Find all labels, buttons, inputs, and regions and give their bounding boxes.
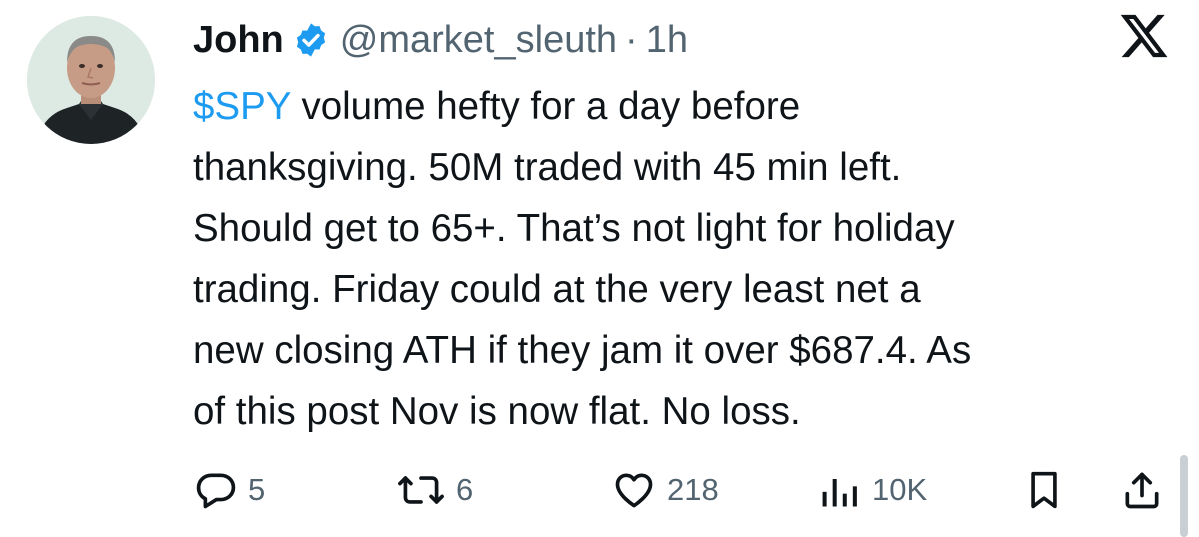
- like-button[interactable]: 218: [611, 458, 719, 522]
- scrollbar[interactable]: [1180, 455, 1188, 537]
- x-logo-icon: [1118, 10, 1170, 62]
- heart-icon: [615, 473, 653, 508]
- views-button[interactable]: 10K: [818, 458, 927, 522]
- bookmark-icon: [1031, 471, 1057, 509]
- share-icon: [1125, 472, 1159, 509]
- tweet-line-4: trading. Friday could at the very least …: [193, 268, 921, 311]
- timestamp[interactable]: 1h: [646, 14, 688, 66]
- tweet-line-3: Should get to 65+. That’s not light for …: [193, 207, 955, 250]
- avatar-image: [27, 16, 155, 144]
- user-name[interactable]: John: [193, 14, 284, 66]
- cashtag-link[interactable]: $SPY: [193, 85, 291, 128]
- tweet-line-6: of this post Nov is now flat. No loss.: [193, 390, 801, 433]
- tweet-line-5: new closing ATH if they jam it over $687…: [193, 329, 972, 372]
- retweet-count: 6: [456, 472, 474, 507]
- views-count: 10K: [872, 472, 928, 507]
- retweet-icon: [398, 476, 444, 504]
- avatar[interactable]: [27, 16, 155, 144]
- tweet-header: John @market_sleuth · 1h: [193, 14, 688, 66]
- reply-button[interactable]: 5: [194, 458, 265, 522]
- tweet-line-2: thanksgiving. 50M traded with 45 min lef…: [193, 146, 902, 189]
- retweet-button[interactable]: 6: [396, 458, 473, 522]
- tweet-text: $SPY volume hefty for a day before thank…: [193, 76, 1183, 442]
- reply-count: 5: [248, 472, 266, 507]
- verified-badge-icon: [292, 21, 330, 59]
- views-chart-icon: [822, 479, 857, 507]
- reply-icon: [196, 473, 236, 509]
- bookmark-button[interactable]: [1024, 458, 1064, 522]
- tweet-line-1-text: volume hefty for a day before: [290, 85, 801, 128]
- like-count: 218: [667, 472, 719, 507]
- user-handle[interactable]: @market_sleuth: [340, 14, 617, 66]
- share-button[interactable]: [1120, 458, 1164, 522]
- separator-dot: ·: [625, 19, 638, 61]
- action-bar: 5 6 218 10K: [0, 458, 1199, 522]
- tweet-line-1: $SPY volume hefty for a day before: [193, 76, 1183, 137]
- tweet-card: John @market_sleuth · 1h $SPY volume hef…: [0, 0, 1199, 537]
